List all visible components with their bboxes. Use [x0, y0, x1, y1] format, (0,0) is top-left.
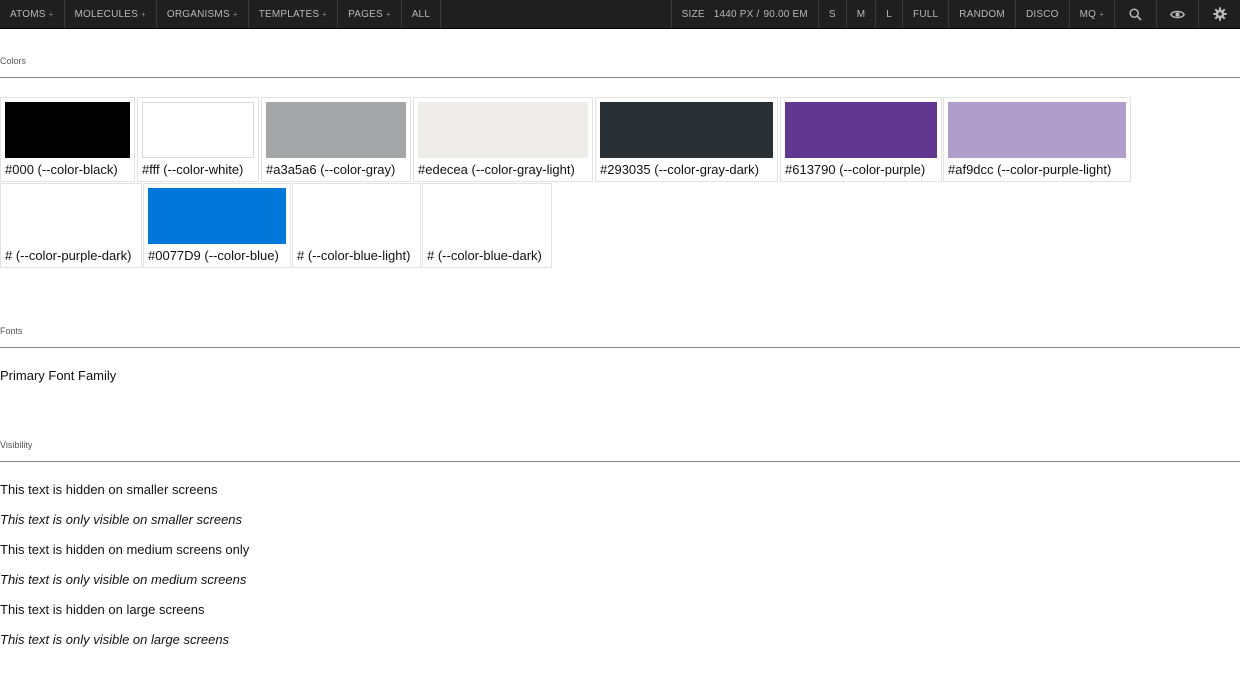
size-label: SIZE [681, 8, 705, 20]
swatch-color-blue-dark: # (--color-blue-dark) [422, 183, 552, 268]
swatch-chip [266, 102, 406, 158]
swatch-caption: #a3a5a6 (--color-gray) [266, 162, 396, 177]
search-button[interactable] [1114, 0, 1156, 28]
view-toggle-button[interactable] [1156, 0, 1198, 28]
size-large-label: L [886, 8, 893, 20]
nav-organisms[interactable]: ORGANISMS + [157, 0, 249, 28]
visibility-text-visible-medium: This text is only visible on medium scre… [0, 572, 247, 587]
nav-pages-label: PAGES [348, 8, 383, 20]
swatch-chip [427, 188, 547, 244]
size-readout: SIZE 1440 PX / 90.00 EM [670, 0, 818, 28]
swatch-caption: #0077D9 (--color-blue) [148, 248, 279, 263]
swatch-color-gray: #a3a5a6 (--color-gray) [261, 97, 411, 182]
swatch-chip [785, 102, 937, 158]
size-large-button[interactable]: L [875, 0, 902, 28]
plus-icon: + [48, 9, 54, 19]
disco-button[interactable]: DISCO [1014, 0, 1069, 28]
nav-all[interactable]: ALL [402, 0, 442, 28]
swatch-color-purple-light: #af9dcc (--color-purple-light) [943, 97, 1131, 182]
size-full-button[interactable]: FULL [902, 0, 948, 28]
size-medium-button[interactable]: M [845, 0, 876, 28]
visibility-text-visible-small: This text is only visible on smaller scr… [0, 512, 243, 527]
viewport-controls: SIZE 1440 PX / 90.00 EM S M L FULL RANDO… [670, 0, 1240, 28]
visibility-text-hidden-large: This text is hidden on large screens [0, 602, 205, 617]
pattern-nav: ATOMS + MOLECULES + ORGANISMS + TEMPLATE… [0, 0, 442, 28]
fonts-section-title: Fonts [0, 326, 23, 336]
nav-all-label: ALL [411, 8, 431, 20]
plus-icon: + [1099, 9, 1104, 19]
visibility-divider [0, 461, 1240, 462]
nav-atoms-label: ATOMS [10, 8, 46, 20]
nav-pages[interactable]: PAGES + [338, 0, 402, 28]
plus-icon: + [385, 9, 391, 19]
plus-icon: + [141, 9, 146, 19]
nav-molecules[interactable]: MOLECULES + [65, 0, 157, 28]
nav-templates[interactable]: TEMPLATES + [249, 0, 339, 28]
fonts-divider [0, 347, 1240, 348]
search-icon [1129, 7, 1142, 21]
swatch-chip [418, 102, 588, 158]
swatch-caption: #293035 (--color-gray-dark) [600, 162, 759, 177]
swatch-caption: #af9dcc (--color-purple-light) [948, 162, 1112, 177]
nav-molecules-label: MOLECULES [74, 8, 139, 20]
swatch-color-gray-dark: #293035 (--color-gray-dark) [595, 97, 778, 182]
visibility-text-hidden-small: This text is hidden on smaller screens [0, 482, 218, 497]
size-full-label: FULL [913, 8, 939, 20]
visibility-section-title: Visibility [0, 440, 33, 450]
eye-icon [1170, 10, 1185, 18]
plus-icon: + [232, 9, 238, 19]
swatch-chip [142, 102, 254, 158]
size-random-label: RANDOM [959, 8, 1005, 20]
swatch-chip [948, 102, 1126, 158]
swatch-chip [5, 102, 130, 158]
size-small-button[interactable]: S [817, 0, 846, 28]
swatch-color-purple: #613790 (--color-purple) [780, 97, 942, 182]
visibility-text-hidden-medium: This text is hidden on medium screens on… [0, 542, 250, 557]
swatch-chip [5, 188, 137, 244]
swatch-color-white: #fff (--color-white) [137, 97, 259, 182]
gear-icon [1212, 7, 1227, 21]
swatch-caption: # (--color-blue-light) [297, 248, 411, 263]
swatch-caption: #613790 (--color-purple) [785, 162, 926, 177]
nav-templates-label: TEMPLATES [258, 8, 320, 20]
disco-label: DISCO [1025, 8, 1059, 20]
swatch-chip [297, 188, 416, 244]
size-random-button[interactable]: RANDOM [948, 0, 1015, 28]
size-medium-label: M [856, 8, 866, 20]
visibility-text-visible-large: This text is only visible on large scree… [0, 632, 230, 647]
swatch-caption: #fff (--color-white) [142, 162, 244, 177]
nav-organisms-label: ORGANISMS [166, 8, 230, 20]
swatch-color-purple-dark: # (--color-purple-dark) [0, 183, 142, 268]
media-query-label: MQ [1079, 8, 1097, 20]
primary-font-family: Primary Font Family [0, 368, 117, 383]
size-small-label: S [828, 8, 836, 20]
pattern-lab-toolbar: ATOMS + MOLECULES + ORGANISMS + TEMPLATE… [0, 0, 1240, 29]
swatch-chip [148, 188, 286, 244]
swatch-caption: # (--color-purple-dark) [5, 248, 132, 263]
swatch-caption: #edecea (--color-gray-light) [418, 162, 575, 177]
media-query-menu[interactable]: MQ + [1068, 0, 1114, 28]
swatch-color-gray-light: #edecea (--color-gray-light) [413, 97, 593, 182]
size-px-input[interactable]: 1440 PX / [714, 9, 760, 20]
swatch-color-blue-light: # (--color-blue-light) [292, 183, 421, 268]
plus-icon: + [322, 9, 328, 19]
swatch-color-black: #000 (--color-black) [0, 97, 135, 182]
size-em-input[interactable]: 90.00 EM [763, 9, 807, 20]
swatch-caption: # (--color-blue-dark) [427, 248, 542, 263]
swatch-caption: #000 (--color-black) [5, 162, 118, 177]
colors-divider [0, 77, 1240, 78]
swatch-chip [600, 102, 773, 158]
settings-button[interactable] [1198, 0, 1240, 28]
colors-section-title: Colors [0, 56, 27, 66]
nav-atoms[interactable]: ATOMS + [0, 0, 65, 28]
swatch-color-blue: #0077D9 (--color-blue) [143, 183, 291, 268]
